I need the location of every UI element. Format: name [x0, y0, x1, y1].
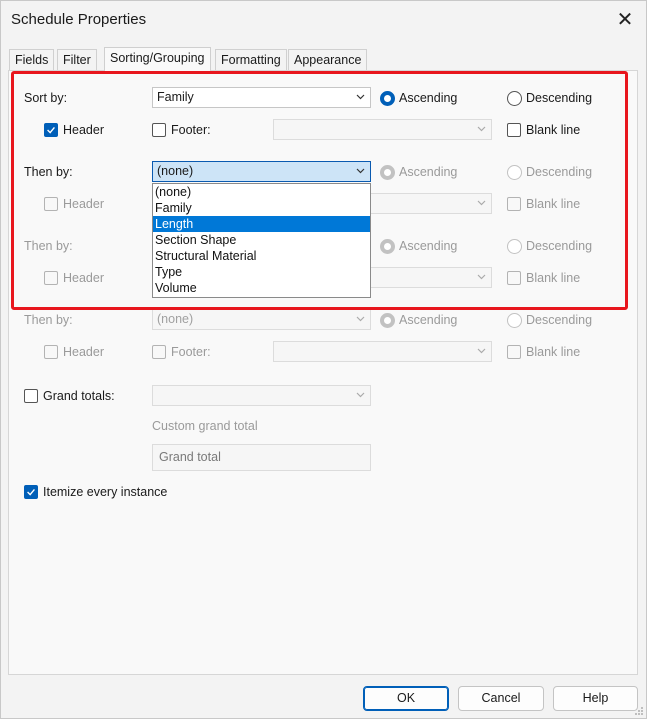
then-by-1-select[interactable]: (none) [152, 161, 371, 182]
then-by-3-label: Then by: [24, 313, 73, 327]
dropdown-option-family[interactable]: Family [153, 200, 370, 216]
chevron-down-icon [356, 316, 365, 322]
sort-header-label: Header [63, 123, 104, 137]
resize-grip-icon[interactable] [634, 706, 644, 716]
checkmark-icon [27, 488, 35, 496]
itemize-checkbox[interactable] [24, 485, 38, 499]
then-by-1-blank-line-checkbox[interactable] [507, 197, 521, 211]
grand-totals-checkbox[interactable] [24, 389, 38, 403]
itemize-label: Itemize every instance [43, 485, 168, 499]
sort-footer-select[interactable] [273, 119, 492, 140]
sort-descending-label: Descending [526, 91, 593, 105]
dropdown-option-structural-material[interactable]: Structural Material [153, 248, 370, 264]
grand-totals-select[interactable] [152, 385, 371, 406]
then-by-2-ascending-label: Ascending [399, 239, 458, 253]
sort-descending-radio[interactable] [507, 91, 522, 106]
dropdown-option-none[interactable]: (none) [153, 184, 370, 200]
sort-ascending-label: Ascending [399, 91, 458, 105]
chevron-down-icon [356, 168, 365, 174]
then-by-1-descending-label: Descending [526, 165, 593, 179]
custom-grand-total-label: Custom grand total [152, 419, 258, 433]
then-by-1-blank-line-label: Blank line [526, 197, 581, 211]
then-by-1-ascending-label: Ascending [399, 165, 458, 179]
then-by-2-descending-label: Descending [526, 239, 593, 253]
tab-fields[interactable]: Fields [9, 49, 55, 71]
then-by-2-header-checkbox[interactable] [44, 271, 58, 285]
dialog-window: Schedule Properties ✕ Fields Filter Sort… [0, 0, 647, 719]
chevron-down-icon [477, 274, 486, 280]
checkmark-icon [47, 126, 55, 134]
sort-blank-line-label: Blank line [526, 123, 581, 137]
then-by-2-header-label: Header [63, 271, 104, 285]
chevron-down-icon [477, 200, 486, 206]
tab-filter[interactable]: Filter [57, 49, 97, 71]
then-by-3-descending-radio[interactable] [507, 313, 522, 328]
then-by-3-ascending-radio[interactable] [380, 313, 395, 328]
then-by-2-label: Then by: [24, 239, 73, 253]
dialog-title: Schedule Properties [11, 11, 147, 28]
dropdown-option-type[interactable]: Type [153, 264, 370, 280]
then-by-3-footer-label: Footer: [171, 345, 211, 359]
close-icon[interactable]: ✕ [611, 7, 639, 33]
tab-formatting[interactable]: Formatting [215, 49, 287, 71]
then-by-1-label: Then by: [24, 165, 73, 179]
sort-ascending-radio[interactable] [380, 91, 395, 106]
dropdown-option-volume[interactable]: Volume [153, 280, 370, 296]
sort-by-select[interactable]: Family [152, 87, 371, 108]
sort-by-label: Sort by: [24, 91, 68, 105]
then-by-3-descending-label: Descending [526, 313, 593, 327]
cancel-button[interactable]: Cancel [458, 686, 544, 711]
sort-blank-line-checkbox[interactable] [507, 123, 521, 137]
dropdown-option-section-shape[interactable]: Section Shape [153, 232, 370, 248]
grand-totals-label: Grand totals: [43, 389, 115, 403]
ok-button[interactable]: OK [363, 686, 449, 711]
tab-sorting-grouping[interactable]: Sorting/Grouping [104, 47, 211, 72]
then-by-dropdown-list: (none) Family Length Section Shape Struc… [152, 183, 371, 298]
then-by-1-header-checkbox[interactable] [44, 197, 58, 211]
grand-total-input[interactable]: Grand total [152, 444, 371, 471]
tab-appearance[interactable]: Appearance [288, 49, 368, 71]
then-by-2-blank-line-checkbox[interactable] [507, 271, 521, 285]
chevron-down-icon [477, 348, 486, 354]
then-by-3-header-checkbox[interactable] [44, 345, 58, 359]
chevron-down-icon [356, 392, 365, 398]
then-by-3-footer-checkbox[interactable] [152, 345, 166, 359]
then-by-2-descending-radio[interactable] [507, 239, 522, 254]
then-by-2-ascending-radio[interactable] [380, 239, 395, 254]
chevron-down-icon [356, 94, 365, 100]
sort-footer-checkbox[interactable] [152, 123, 166, 137]
then-by-3-footer-select[interactable] [273, 341, 492, 362]
sort-header-checkbox[interactable] [44, 123, 58, 137]
then-by-2-blank-line-label: Blank line [526, 271, 581, 285]
chevron-down-icon [477, 126, 486, 132]
sort-footer-label: Footer: [171, 123, 211, 137]
then-by-1-header-label: Header [63, 197, 104, 211]
then-by-3-ascending-label: Ascending [399, 313, 458, 327]
then-by-3-blank-line-checkbox[interactable] [507, 345, 521, 359]
help-button[interactable]: Help [553, 686, 638, 711]
then-by-3-blank-line-label: Blank line [526, 345, 581, 359]
then-by-3-select[interactable]: (none) [152, 309, 371, 330]
then-by-1-descending-radio[interactable] [507, 165, 522, 180]
then-by-3-header-label: Header [63, 345, 104, 359]
dropdown-option-length[interactable]: Length [153, 216, 370, 232]
then-by-1-ascending-radio[interactable] [380, 165, 395, 180]
